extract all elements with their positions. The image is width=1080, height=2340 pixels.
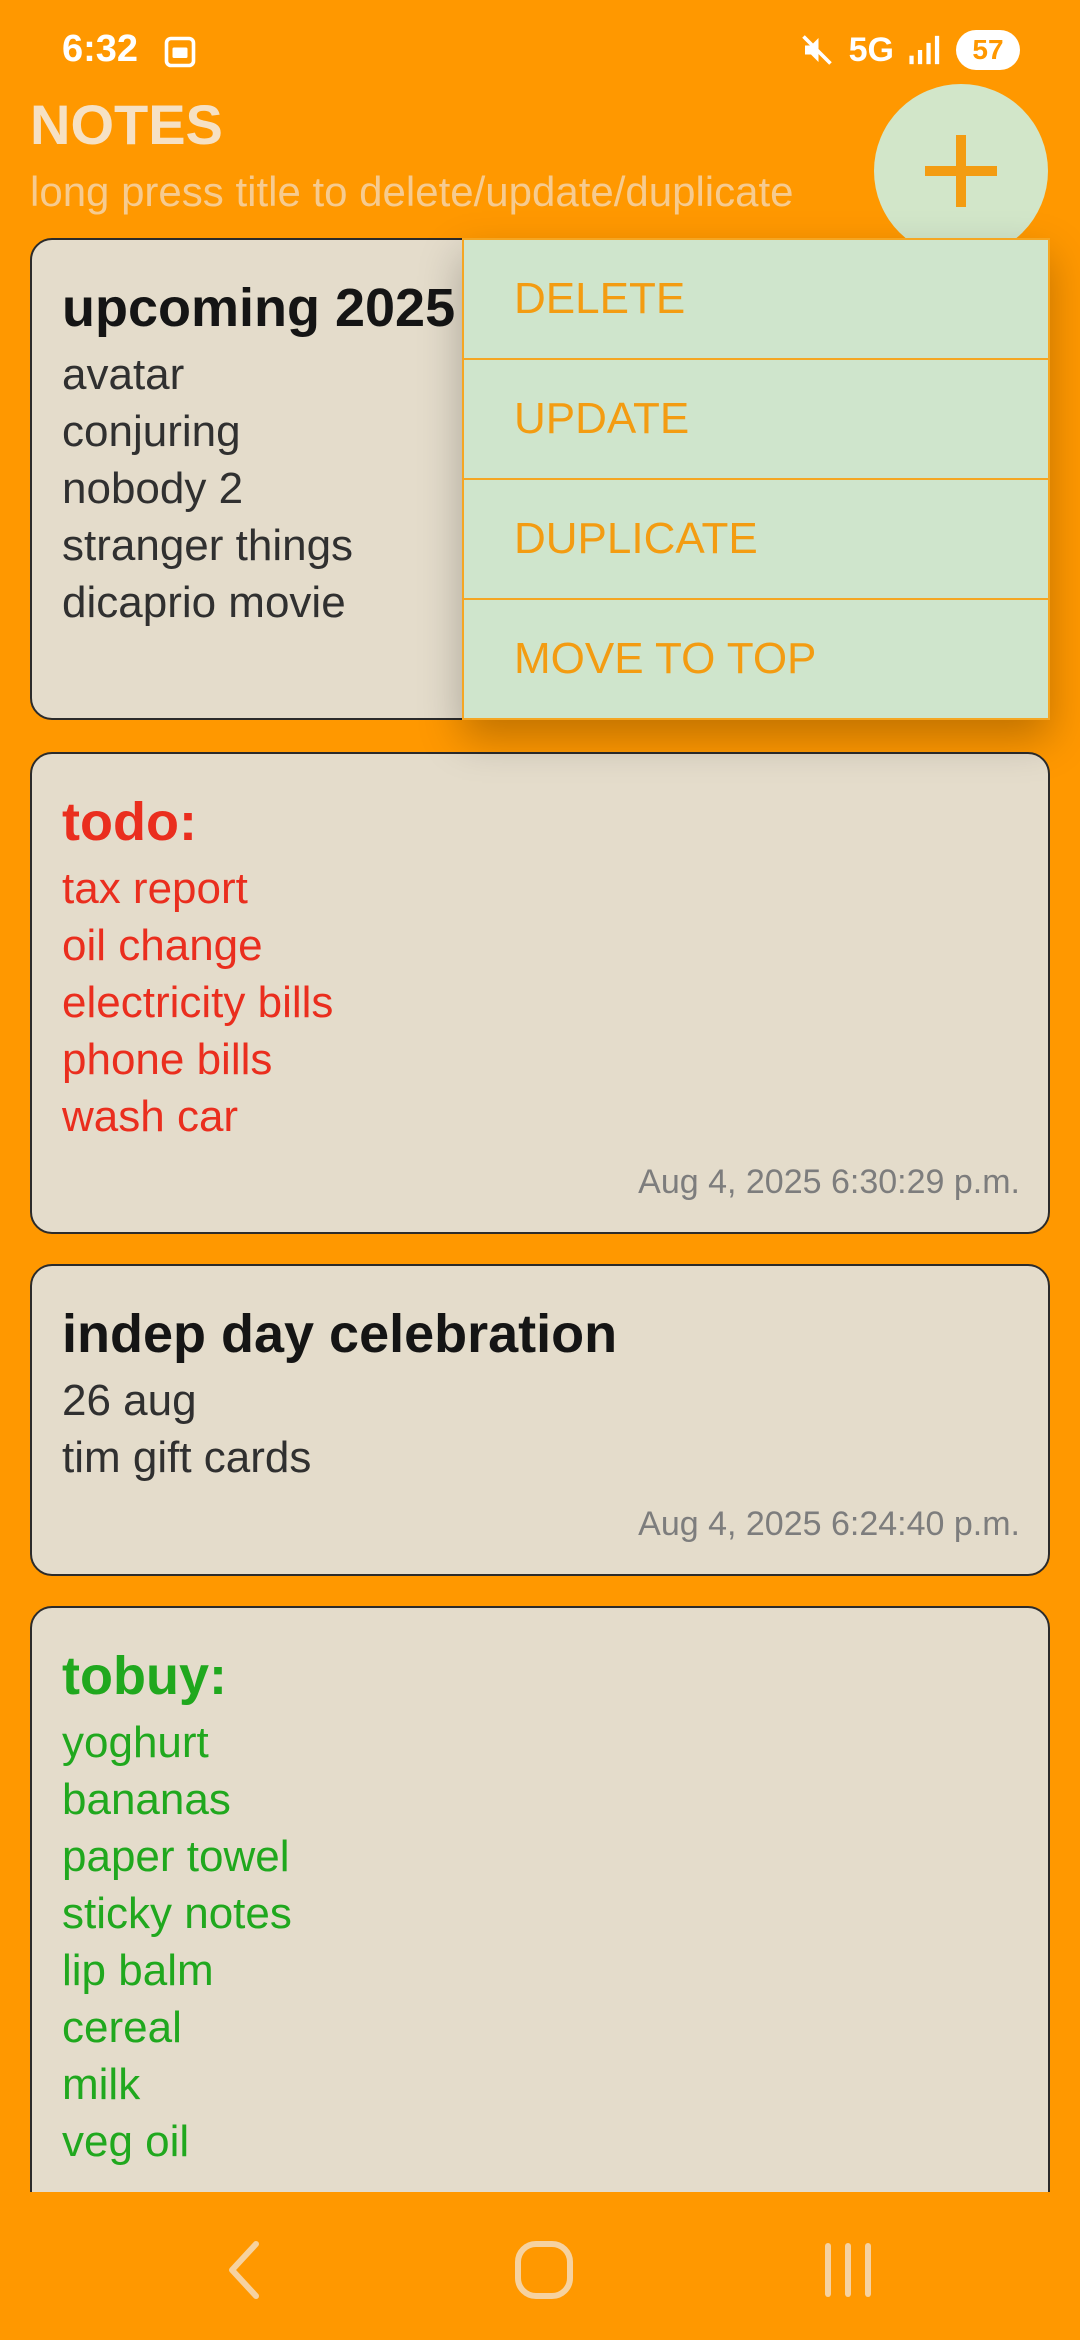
- navigation-bar: [0, 2192, 1080, 2340]
- note-line: 26 aug: [62, 1376, 197, 1425]
- battery-badge: 57: [956, 30, 1020, 70]
- note-line: oil change: [62, 921, 263, 970]
- note-context-menu: DELETE UPDATE DUPLICATE MOVE TO TOP: [462, 238, 1050, 720]
- note-line: tax report: [62, 864, 248, 913]
- note-line: yoghurt: [62, 1718, 209, 1767]
- note-line: paper towel: [62, 1832, 290, 1881]
- note-line: veg oil: [62, 2117, 190, 2166]
- screenshot-icon: [164, 36, 196, 68]
- note-line: wash car: [62, 1092, 239, 1141]
- note-card[interactable]: todo: tax report oil change electricity …: [30, 752, 1050, 1234]
- signal-icon: [909, 35, 940, 65]
- mute-icon: [801, 35, 832, 65]
- note-card[interactable]: indep day celebration 26 aug tim gift ca…: [30, 1264, 1050, 1576]
- menu-duplicate[interactable]: DUPLICATE: [464, 480, 1048, 598]
- menu-move-to-top[interactable]: MOVE TO TOP: [464, 600, 1048, 718]
- back-icon[interactable]: [206, 2230, 286, 2310]
- menu-update[interactable]: UPDATE: [464, 360, 1048, 478]
- note-line: sticky notes: [62, 1889, 292, 1938]
- status-bar: 6:32 5G 57: [0, 0, 1080, 100]
- menu-delete[interactable]: DELETE: [464, 240, 1048, 358]
- note-line: bananas: [62, 1775, 231, 1824]
- note-line: milk: [62, 2060, 141, 2109]
- note-line: cereal: [62, 2003, 182, 2052]
- note-line: electricity bills: [62, 978, 334, 1027]
- network-type: 5G: [848, 30, 894, 69]
- note-line: tim gift cards: [62, 1433, 312, 1482]
- note-title[interactable]: tobuy:: [62, 1644, 1018, 1708]
- recents-icon[interactable]: [808, 2230, 888, 2310]
- page-subtitle: long press title to delete/update/duplic…: [30, 168, 794, 215]
- note-title[interactable]: todo:: [62, 790, 1018, 854]
- plus-icon: [925, 135, 997, 207]
- note-line: lip balm: [62, 1946, 214, 1995]
- note-date: Aug 4, 2025 6:24:40 p.m.: [638, 1505, 1020, 1543]
- status-icons: 5G 57: [799, 30, 1020, 70]
- status-time: 6:32: [62, 28, 139, 70]
- page-title: NOTES: [30, 93, 223, 156]
- notes-screen: 6:32 5G 57 NOTES long press title to del…: [0, 0, 1080, 2340]
- note-date: Aug 4, 2025 6:30:29 p.m.: [638, 1163, 1020, 1201]
- add-note-button[interactable]: [874, 84, 1048, 258]
- note-title[interactable]: indep day celebration: [62, 1302, 1018, 1366]
- home-icon[interactable]: [504, 2230, 584, 2310]
- note-line: phone bills: [62, 1035, 273, 1084]
